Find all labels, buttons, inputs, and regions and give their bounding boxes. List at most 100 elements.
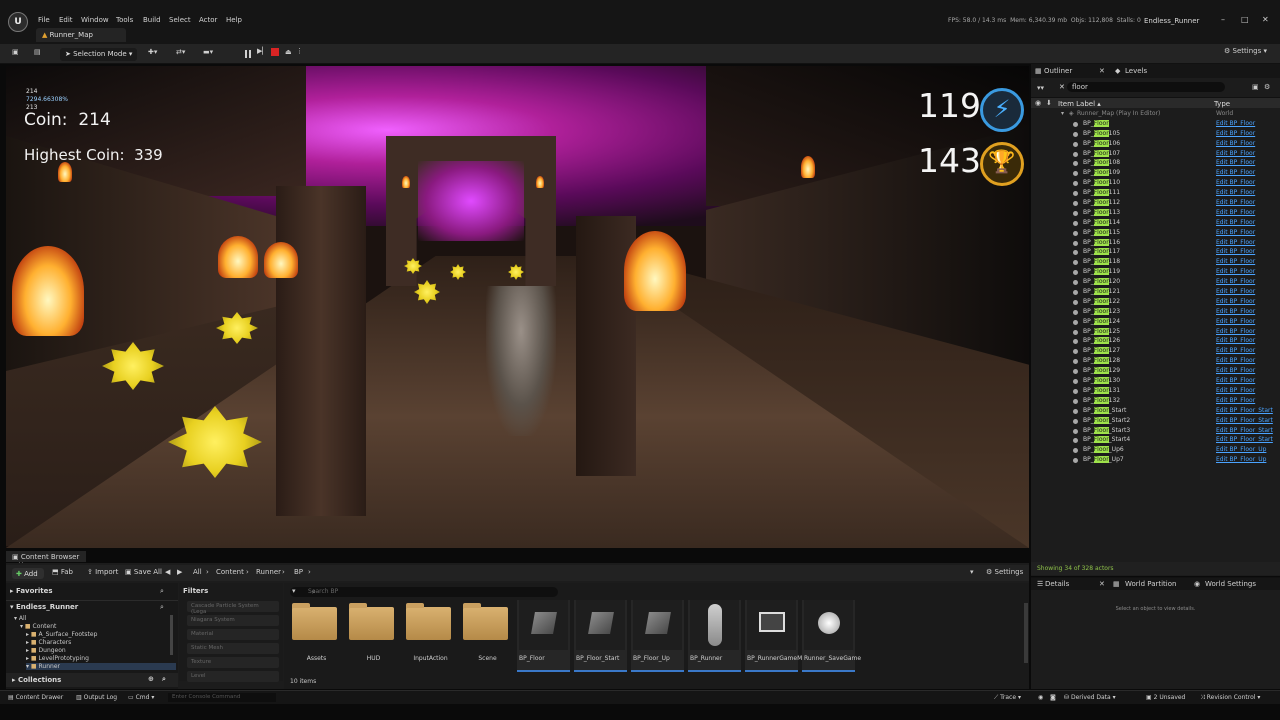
edit-blueprint-link[interactable]: Edit BP_Floor_Start (1216, 416, 1273, 426)
outliner-row[interactable]: BP_Floor120 Edit BP_Floor (1031, 277, 1280, 287)
outliner-row[interactable]: BP_Floor_Start3 Edit BP_Floor_Start (1031, 426, 1280, 436)
breadcrumb-content[interactable]: Content (216, 568, 244, 576)
asset-search-input[interactable]: Search BP (290, 587, 558, 597)
outliner-row[interactable]: BP_Floor115 Edit BP_Floor (1031, 228, 1280, 238)
asset-folder-scene[interactable]: Scene (461, 600, 514, 672)
edit-blueprint-link[interactable]: Edit BP_Floor (1216, 267, 1255, 277)
tree-item-dungeon[interactable]: ▸ ■ Dungeon (26, 647, 66, 654)
outliner-row[interactable]: BP_Floor109 Edit BP_Floor (1031, 168, 1280, 178)
outliner-row[interactable]: BP_Floor110 Edit BP_Floor (1031, 178, 1280, 188)
outliner-search-input[interactable]: floor (1067, 82, 1225, 92)
pause-button[interactable] (243, 49, 253, 59)
outliner-row[interactable]: BP_Floor131 Edit BP_Floor (1031, 386, 1280, 396)
clear-search-icon[interactable]: ✕ (1059, 83, 1065, 91)
filter-level[interactable]: Level (187, 671, 279, 682)
settings-button[interactable]: ⚙ Settings ▾ (1224, 47, 1267, 60)
edit-blueprint-link[interactable]: Edit BP_Floor (1216, 277, 1255, 287)
filter-icon[interactable]: ▾▾ (1037, 84, 1044, 92)
maximize-icon[interactable]: □ (1241, 15, 1249, 24)
add-actor-icon[interactable]: ✚▾ (148, 48, 157, 61)
edit-blueprint-link[interactable]: Edit BP_Floor (1216, 346, 1255, 356)
tab-content-browser[interactable]: ▣ Content Browser ✕ (6, 551, 86, 569)
edit-blueprint-link[interactable]: Edit BP_Floor (1216, 149, 1255, 159)
outliner-row[interactable]: BP_Floor_Start Edit BP_Floor_Start (1031, 406, 1280, 416)
asset-bp-floor-up[interactable]: BP_Floor_Up (631, 600, 684, 672)
pin-icon[interactable]: ⬇ (1046, 99, 1052, 107)
unreal-logo-icon[interactable]: U (8, 12, 28, 32)
close-icon[interactable]: ✕ (1099, 67, 1105, 75)
history-forward-icon[interactable]: ▶ (177, 568, 182, 576)
edit-blueprint-link[interactable]: Edit BP_Floor_Start (1216, 426, 1273, 436)
cinematics-icon[interactable]: ▬▾ (203, 48, 213, 61)
selection-mode-dropdown[interactable]: ➤ Selection Mode ▾ (60, 48, 138, 61)
eject-icon[interactable]: ⏏ (285, 48, 292, 56)
outliner-row[interactable]: BP_Floor124 Edit BP_Floor (1031, 317, 1280, 327)
tree-scrollbar[interactable] (170, 615, 173, 655)
derived-data-button[interactable]: ⛁ Derived Data ▾ (1064, 694, 1116, 701)
edit-blueprint-link[interactable]: Edit BP_Floor (1216, 376, 1255, 386)
edit-blueprint-link[interactable]: Edit BP_Floor (1216, 307, 1255, 317)
edit-blueprint-link[interactable]: Edit BP_Floor (1216, 257, 1255, 267)
tab-world-partition[interactable]: World Partition (1125, 580, 1176, 588)
tab-details[interactable]: Details (1045, 580, 1069, 588)
edit-blueprint-link[interactable]: Edit BP_Floor (1216, 208, 1255, 218)
menu-actor[interactable]: Actor (199, 16, 217, 24)
edit-blueprint-link[interactable]: Edit BP_Floor (1216, 139, 1255, 149)
outliner-row[interactable]: BP_Floor121 Edit BP_Floor (1031, 287, 1280, 297)
outliner-row[interactable]: BP_Floor119 Edit BP_Floor (1031, 267, 1280, 277)
project-header[interactable]: ▾ Endless_Runner (10, 603, 78, 611)
edit-blueprint-link[interactable]: Edit BP_Floor_Up (1216, 445, 1266, 455)
save-icon[interactable]: ▣ (12, 48, 19, 61)
asset-folder-inputaction[interactable]: InputAction (404, 600, 457, 672)
console-input[interactable]: Enter Console Command (168, 693, 276, 702)
tree-item-characters[interactable]: ▸ ■ Characters (26, 639, 71, 646)
menu-edit[interactable]: Edit (59, 16, 73, 24)
edit-blueprint-link[interactable]: Edit BP_Floor (1216, 396, 1255, 406)
edit-blueprint-link[interactable]: Edit BP_Floor (1216, 327, 1255, 337)
unsaved-button[interactable]: ▣ 2 Unsaved (1146, 694, 1185, 701)
output-log-button[interactable]: ▥ Output Log (76, 694, 117, 701)
edit-blueprint-link[interactable]: Edit BP_Floor (1216, 188, 1255, 198)
menu-tools[interactable]: Tools (116, 16, 133, 24)
outliner-row[interactable]: BP_Floor106 Edit BP_Floor (1031, 139, 1280, 149)
import-button[interactable]: ⇪ Import (87, 568, 118, 576)
edit-blueprint-link[interactable]: Edit BP_Floor_Start (1216, 435, 1273, 445)
edit-blueprint-link[interactable]: Edit BP_Floor_Up (1216, 455, 1266, 465)
asset-runner-savegame[interactable]: Runner_SaveGame (802, 600, 861, 672)
outliner-row[interactable]: BP_Floor132 Edit BP_Floor (1031, 396, 1280, 406)
menu-file[interactable]: File (38, 16, 50, 24)
column-item-label[interactable]: Item Label ▴ (1058, 100, 1101, 108)
add-button[interactable]: ✚ Add (12, 568, 44, 579)
outliner-row[interactable]: BP_Floor113 Edit BP_Floor (1031, 208, 1280, 218)
tree-item-runner[interactable]: ▾ ■ Runner (26, 663, 176, 670)
outliner-row[interactable]: BP_Floor126 Edit BP_Floor (1031, 336, 1280, 346)
outliner-row[interactable]: BP_Floor118 Edit BP_Floor (1031, 257, 1280, 267)
edit-blueprint-link[interactable]: Edit BP_Floor (1216, 287, 1255, 297)
asset-bp-floor[interactable]: BP_Floor (517, 600, 570, 672)
record-icon[interactable]: ◉ (1038, 694, 1043, 701)
edit-blueprint-link[interactable]: Edit BP_Floor (1216, 297, 1255, 307)
edit-blueprint-link[interactable]: Edit BP_Floor (1216, 238, 1255, 248)
cb-settings-button[interactable]: ⚙ Settings (986, 568, 1023, 576)
add-collection-icon[interactable]: ⊕ (148, 675, 154, 683)
edit-blueprint-link[interactable]: Edit BP_Floor (1216, 129, 1255, 139)
breadcrumb-runner[interactable]: Runner (256, 568, 281, 576)
tab-world-settings[interactable]: World Settings (1205, 580, 1256, 588)
outliner-root-row[interactable]: ▾ ◈ Runner_Map (Play In Editor) World (1031, 109, 1280, 119)
outliner-row[interactable]: BP_Floor128 Edit BP_Floor (1031, 356, 1280, 366)
outliner-row[interactable]: BP_Floor130 Edit BP_Floor (1031, 376, 1280, 386)
collections-header[interactable]: ▸ Collections ⊕ ⌕ (6, 673, 178, 687)
tab-outliner[interactable]: Outliner (1044, 67, 1072, 75)
tree-item-all[interactable]: ▾ All (14, 615, 26, 622)
outliner-row[interactable]: BP_Floor122 Edit BP_Floor (1031, 297, 1280, 307)
content-drawer-button[interactable]: ▤ Content Drawer (8, 694, 63, 701)
edit-blueprint-link[interactable]: Edit BP_Floor (1216, 317, 1255, 327)
tree-item-content[interactable]: ▾ ■ Content (20, 623, 56, 630)
edit-blueprint-link[interactable]: Edit BP_Floor (1216, 336, 1255, 346)
edit-blueprint-link[interactable]: Edit BP_Floor (1216, 228, 1255, 238)
filter-niagara[interactable]: Niagara System (187, 615, 279, 626)
outliner-row[interactable]: BP_Floor_Up6 Edit BP_Floor_Up (1031, 445, 1280, 455)
outliner-row[interactable]: BP_Floor Edit BP_Floor (1031, 119, 1280, 129)
stop-button[interactable] (271, 48, 279, 56)
favorites-header[interactable]: ▸ Favorites (10, 587, 53, 595)
